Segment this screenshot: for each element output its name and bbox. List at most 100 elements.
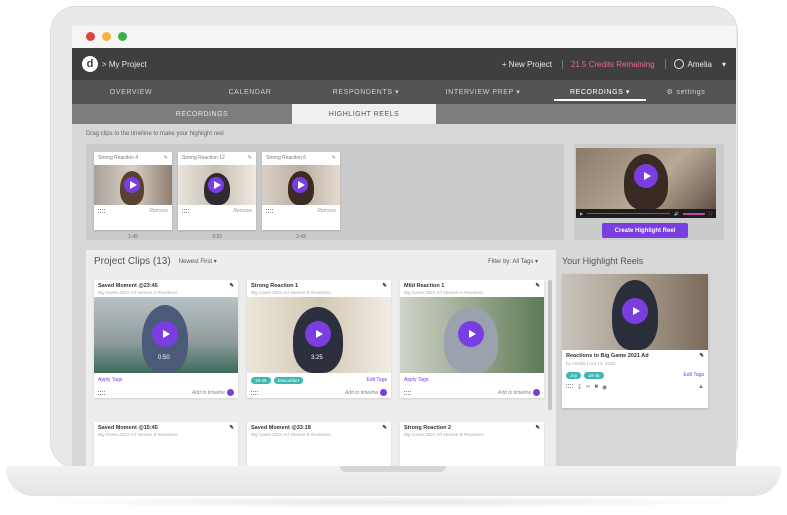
remove-link[interactable]: Remove [149,208,168,214]
nav-settings[interactable]: ⚙ settings [656,80,716,104]
pencil-icon[interactable]: ✎ [382,425,387,431]
preview-video[interactable]: ▶ 🔊 ⛶ [576,148,716,218]
fullscreen-icon[interactable]: ⛶ [709,211,712,216]
scrollbar[interactable] [548,280,552,410]
drag-handle-icon[interactable] [98,209,105,213]
close-dot[interactable] [86,32,95,41]
card-subtitle: Big Game 2021 Ad Version A Reactions [98,290,178,295]
add-icon[interactable] [380,389,387,396]
remove-link[interactable]: Remove [233,208,252,214]
clip-card[interactable]: Strong Reaction 2 ✎ Big Game 2021 Ad Vers… [400,422,544,466]
volume-icon[interactable]: 🔊 [674,211,679,216]
pencil-icon[interactable]: ✎ [164,155,168,162]
play-icon[interactable] [124,177,140,193]
clip-card[interactable]: Saved Moment @23:45 ✎ Big Game 2021 Ad Ve… [94,280,238,398]
logo[interactable]: d [82,56,98,72]
timeline-clip[interactable]: Strong Reaction 12 ✎ Remove [178,152,256,230]
nav-recordings[interactable]: RECORDINGS ▾ [544,80,656,104]
drag-handle-icon[interactable] [266,209,273,213]
create-highlight-reel-button[interactable]: Create Highlight Reel [602,223,688,238]
drag-handle-icon[interactable] [566,384,573,388]
preview-panel: ▶ 🔊 ⛶ Create Highlight Reel [574,144,724,240]
timeline-clip[interactable]: Strong Reaction 6 ✎ Remove [262,152,340,230]
lock-icon[interactable]: ■ [594,384,598,391]
add-to-timeline[interactable]: Add to timeline [192,389,234,396]
credits-remaining: 21.5 Credits Remaining [561,59,655,69]
pencil-icon[interactable]: ✎ [382,283,387,289]
clip-title: Strong Reaction 6 [266,155,307,161]
clip-card[interactable]: Saved Moment @33:18 ✎ Big Game 2021 Ad Ve… [247,422,391,466]
pencil-icon[interactable]: ✎ [248,155,252,162]
clip-thumbnail [94,165,172,205]
user-menu[interactable]: Amelia ▾ [664,59,726,69]
card-thumbnail: 0:50 [94,297,238,373]
card-title: Saved Moment @15:45 [98,425,158,431]
main-nav: OVERVIEW CALENDAR RESPONDENTS ▾ INTERVIE… [72,80,736,104]
drag-handle-icon[interactable] [404,390,411,395]
tag-badge[interactable]: 18-45 [251,376,271,384]
nav-respondents[interactable]: RESPONDENTS ▾ [310,80,422,104]
nav-overview[interactable]: OVERVIEW [72,80,190,104]
sort-dropdown[interactable]: Newest First ▾ [179,258,217,265]
pencil-icon[interactable]: ✎ [332,155,336,162]
tab-recordings[interactable]: RECORDINGS [112,104,292,124]
play-icon[interactable] [458,321,484,347]
apply-tags-link[interactable]: Apply Tags [98,377,122,383]
nav-calendar[interactable]: CALENDAR [190,80,310,104]
edit-tags-link[interactable]: Edit Tags [684,372,704,378]
drag-handle-icon[interactable] [251,390,258,395]
add-icon[interactable] [227,389,234,396]
highlight-reel-card[interactable]: Reactions to Big Game 2021 Ad ✎ by Ameli… [562,274,708,408]
reel-title: Reactions to Big Game 2021 Ad [566,353,649,359]
clip-card[interactable]: Strong Reaction 1 ✎ Big Game 2021 Ad Vers… [247,280,391,398]
pencil-icon[interactable]: ✎ [535,283,540,289]
play-icon[interactable] [634,164,658,188]
clip-title: Strong Reaction 12 [182,155,225,161]
maximize-dot[interactable] [118,32,127,41]
remove-link[interactable]: Remove [317,208,336,214]
trash-icon[interactable]: ▲ [698,384,704,391]
pencil-icon[interactable]: ✎ [229,425,234,431]
card-subtitle: Big Game 2021 Ad Version B Reactions [98,432,178,437]
edit-tags-link[interactable]: Edit Tags [367,377,387,383]
add-to-timeline[interactable]: Add to timeline [498,389,540,396]
add-icon[interactable] [533,389,540,396]
link-icon[interactable]: ∞ [586,384,590,391]
tag-badge[interactable]: Joy [566,371,582,379]
pencil-icon[interactable]: ✎ [229,283,234,289]
clip-duration: 3:33 [212,234,222,240]
play-icon[interactable] [622,298,648,324]
play-icon[interactable] [292,177,308,193]
nav-interview-prep[interactable]: INTERVIEW PREP ▾ [422,80,544,104]
breadcrumb[interactable]: > My Project [102,60,147,69]
card-subtitle: Big Game 2021 Ad Version A Reactions [404,290,484,295]
minimize-dot[interactable] [102,32,111,41]
globe-icon[interactable]: ◉ [602,384,607,391]
add-to-timeline[interactable]: Add to timeline [345,389,387,396]
apply-tags-link[interactable]: Apply Tags [404,377,428,383]
play-icon[interactable] [305,321,331,347]
card-title: Mild Reaction 1 [404,283,445,289]
card-title: Saved Moment @33:18 [251,425,311,431]
tag-filter-dropdown[interactable]: Filter by: All Tags ▾ [488,258,538,265]
timeline-clip[interactable]: Strong Reaction 4 ✎ Remove [94,152,172,230]
timeline-tray[interactable]: Strong Reaction 4 ✎ Remove 1:45 Strong Re… [86,144,564,240]
pencil-icon[interactable]: ✎ [535,425,540,431]
download-icon[interactable]: ↧ [577,384,582,391]
drag-handle-icon[interactable] [98,390,105,395]
video-time: 0:50 [158,355,170,361]
tab-highlight-reels[interactable]: HIGHLIGHT REELS [292,104,436,124]
clip-card[interactable]: Mild Reaction 1 ✎ Big Game 2021 Ad Versio… [400,280,544,398]
tag-badge[interactable]: Discomfort [273,376,304,384]
clip-thumbnail [178,165,256,205]
new-project-button[interactable]: + New Project [502,60,552,69]
play-icon[interactable] [208,177,224,193]
tag-badge[interactable]: 18-45 [584,371,604,379]
play-icon[interactable] [152,321,178,347]
pencil-icon[interactable]: ✎ [699,353,704,359]
laptop-shadow [30,496,757,508]
play-small-icon[interactable]: ▶ [580,211,583,216]
clip-card[interactable]: Saved Moment @15:45 ✎ Big Game 2021 Ad Ve… [94,422,238,466]
drag-handle-icon[interactable] [182,209,189,213]
settings-label: settings [676,88,706,96]
